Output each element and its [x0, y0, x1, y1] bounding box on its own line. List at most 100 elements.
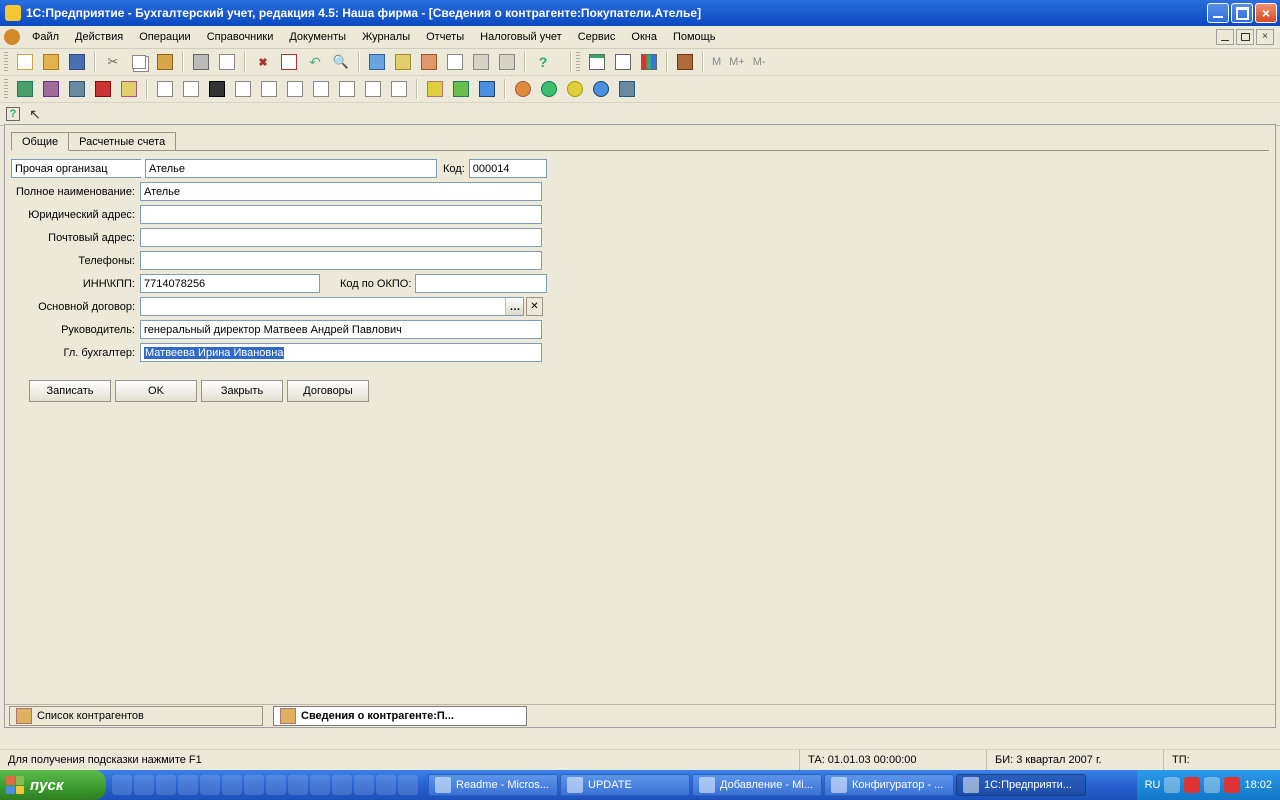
globe-5-icon[interactable] — [615, 77, 639, 101]
tab-general[interactable]: Общие — [11, 132, 69, 151]
menu-operations[interactable]: Операции — [131, 29, 198, 45]
mdi-restore-button[interactable] — [1236, 29, 1254, 45]
print-icon[interactable] — [189, 50, 213, 74]
ql-icon-10[interactable] — [310, 775, 330, 795]
menu-reports[interactable]: Отчеты — [418, 29, 472, 45]
tray-language[interactable]: RU — [1145, 779, 1161, 791]
mark-icon[interactable] — [277, 50, 301, 74]
menu-service[interactable]: Сервис — [570, 29, 624, 45]
main-contract-clear-button[interactable]: ✕ — [526, 297, 543, 316]
close-button[interactable]: Закрыть — [201, 380, 283, 402]
journal-2-icon[interactable] — [39, 77, 63, 101]
menu-help[interactable]: Помощь — [665, 29, 724, 45]
memory-mplus-button[interactable]: M+ — [725, 56, 749, 68]
tray-clock[interactable]: 18:02 — [1244, 779, 1272, 791]
tab-accounts[interactable]: Расчетные счета — [68, 132, 176, 150]
ref-2-icon[interactable] — [449, 77, 473, 101]
ql-icon-3[interactable] — [156, 775, 176, 795]
taskbar-task-1[interactable]: Readme - Micros... — [428, 774, 558, 796]
mdi-close-button[interactable]: × — [1256, 29, 1274, 45]
ref-3-icon[interactable] — [475, 77, 499, 101]
globe-1-icon[interactable] — [511, 77, 535, 101]
write-button[interactable]: Записать — [29, 380, 111, 402]
print-preview-icon[interactable] — [215, 50, 239, 74]
name-input[interactable] — [145, 159, 437, 178]
ql-icon-13[interactable] — [376, 775, 396, 795]
taskbar-task-3[interactable]: Добавление - Mi... — [692, 774, 822, 796]
accountant-input[interactable]: Матвеева Ирина Ивановна — [140, 343, 542, 362]
ql-icon-1[interactable] — [112, 775, 132, 795]
tray-icon-1[interactable] — [1164, 777, 1180, 793]
menu-actions[interactable]: Действия — [67, 29, 131, 45]
tool-debug-icon[interactable] — [417, 50, 441, 74]
window-close-button[interactable]: × — [1255, 3, 1277, 23]
memory-m-button[interactable]: M — [708, 56, 725, 68]
calc-icon[interactable] — [585, 50, 609, 74]
undo-icon[interactable]: ↶ — [303, 50, 327, 74]
ql-icon-7[interactable] — [244, 775, 264, 795]
code-input[interactable] — [469, 159, 547, 178]
new-icon[interactable] — [13, 50, 37, 74]
ok-button[interactable]: OK — [115, 380, 197, 402]
tool-guide-icon[interactable] — [365, 50, 389, 74]
doc-10-icon[interactable] — [387, 77, 411, 101]
ql-icon-8[interactable] — [266, 775, 286, 795]
tool-syntax-icon[interactable] — [443, 50, 467, 74]
globe-2-icon[interactable] — [537, 77, 561, 101]
menu-documents[interactable]: Документы — [281, 29, 354, 45]
context-help-icon[interactable]: ? — [4, 105, 22, 123]
ql-icon-2[interactable] — [134, 775, 154, 795]
mdi-minimize-button[interactable] — [1216, 29, 1234, 45]
post-addr-input[interactable] — [140, 228, 542, 247]
doc-7-icon[interactable] — [309, 77, 333, 101]
toolbar-grip-2[interactable] — [576, 52, 580, 72]
cut-icon[interactable]: ✂ — [101, 50, 125, 74]
tool-wizard-icon[interactable] — [391, 50, 415, 74]
doc-8-icon[interactable] — [335, 77, 359, 101]
menu-tax[interactable]: Налоговый учет — [472, 29, 570, 45]
contracts-button[interactable]: Договоры — [287, 380, 369, 402]
ql-icon-6[interactable] — [222, 775, 242, 795]
menu-journals[interactable]: Журналы — [354, 29, 418, 45]
globe-4-icon[interactable] — [589, 77, 613, 101]
ref-1-icon[interactable] — [423, 77, 447, 101]
ql-icon-12[interactable] — [354, 775, 374, 795]
find-icon[interactable]: 🔍 — [329, 50, 353, 74]
doc-1-icon[interactable] — [153, 77, 177, 101]
tool-watch-icon[interactable] — [495, 50, 519, 74]
main-contract-lookup-icon[interactable]: … — [505, 298, 523, 315]
main-contract-combo[interactable]: … — [140, 297, 524, 316]
menu-windows[interactable]: Окна — [623, 29, 665, 45]
org-type-value[interactable] — [12, 160, 160, 177]
doc-5-icon[interactable] — [257, 77, 281, 101]
tray-icon-3[interactable] — [1204, 777, 1220, 793]
memory-mminus-button[interactable]: M- — [749, 56, 770, 68]
fullname-input[interactable] — [140, 182, 542, 201]
journal-1-icon[interactable] — [13, 77, 37, 101]
doc-4-icon[interactable] — [231, 77, 255, 101]
tray-icon-2[interactable] — [1184, 777, 1200, 793]
doc-9-icon[interactable] — [361, 77, 385, 101]
org-type-combo[interactable]: … — [11, 159, 141, 178]
mdi-tab-list[interactable]: Список контрагентов — [9, 706, 263, 726]
journal-5-icon[interactable] — [117, 77, 141, 101]
head-input[interactable] — [140, 320, 542, 339]
phones-input[interactable] — [140, 251, 542, 270]
ql-icon-4[interactable] — [178, 775, 198, 795]
toolbar-grip-3[interactable] — [4, 79, 8, 99]
journal-3-icon[interactable] — [65, 77, 89, 101]
tray-icon-4[interactable] — [1224, 777, 1240, 793]
menu-file[interactable]: Файл — [24, 29, 67, 45]
mdi-tab-details[interactable]: Сведения о контрагенте:П... — [273, 706, 527, 726]
doc-6-icon[interactable] — [283, 77, 307, 101]
ql-icon-14[interactable] — [398, 775, 418, 795]
window-minimize-button[interactable] — [1207, 3, 1229, 23]
copy-icon[interactable] — [127, 50, 151, 74]
help-icon[interactable]: ? — [531, 50, 555, 74]
tool-struct-icon[interactable] — [469, 50, 493, 74]
toolbar-grip[interactable] — [4, 52, 8, 72]
journal-4-icon[interactable] — [91, 77, 115, 101]
paste-icon[interactable] — [153, 50, 177, 74]
globe-3-icon[interactable] — [563, 77, 587, 101]
taskbar-task-5[interactable]: 1С:Предприяти... — [956, 774, 1086, 796]
